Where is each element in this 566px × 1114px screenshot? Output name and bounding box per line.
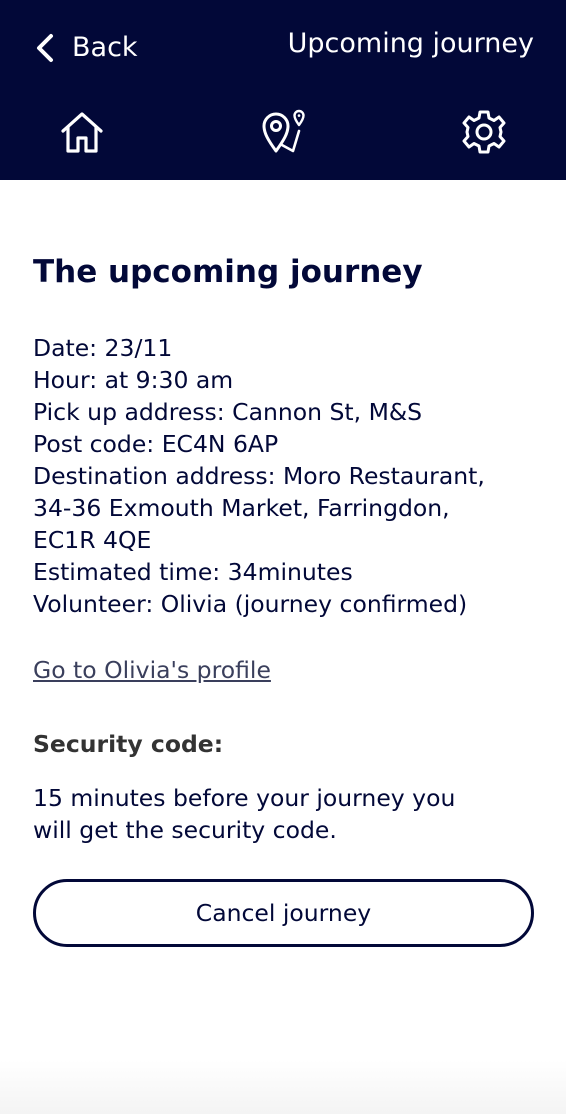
screen-title: Upcoming journey xyxy=(287,28,534,59)
cancel-journey-label: Cancel journey xyxy=(195,899,372,927)
destination-address-line: Destination address: Moro Restaurant, xyxy=(33,462,485,490)
date-line: Date: 23/11 xyxy=(33,334,173,362)
pickup-address-line: Pick up address: Cannon St, M&S xyxy=(33,398,423,426)
journey-details: Date: 23/11 Hour: at 9:30 am Pick up add… xyxy=(33,332,538,620)
security-code-info-line: will get the security code. xyxy=(33,816,337,844)
home-icon xyxy=(61,112,103,153)
bottom-fade xyxy=(0,1060,566,1114)
security-code-info: 15 minutes before your journey you will … xyxy=(33,782,538,846)
map-pin-icon xyxy=(262,109,305,153)
back-button[interactable]: Back xyxy=(34,28,138,68)
page-title: The upcoming journey xyxy=(33,254,423,290)
destination-address-line-3: EC1R 4QE xyxy=(33,526,152,554)
estimated-time-line: Estimated time: 34minutes xyxy=(33,558,353,586)
home-nav-button[interactable] xyxy=(54,104,110,160)
hour-line: Hour: at 9:30 am xyxy=(33,366,234,394)
journeys-nav-button[interactable] xyxy=(255,104,311,160)
gear-icon xyxy=(462,110,506,154)
security-code-heading: Security code: xyxy=(33,730,224,758)
chevron-left-icon xyxy=(37,34,53,62)
destination-address-line-2: 34-36 Exmouth Market, Farringdon, xyxy=(33,494,450,522)
security-code-info-line: 15 minutes before your journey you xyxy=(33,784,456,812)
settings-nav-button[interactable] xyxy=(456,104,512,160)
app-header: Back Upcoming journey xyxy=(0,0,566,180)
volunteer-line: Volunteer: Olivia (journey confirmed) xyxy=(33,590,468,618)
journey-content: The upcoming journey Date: 23/11 Hour: a… xyxy=(33,250,538,846)
cancel-journey-button[interactable]: Cancel journey xyxy=(33,879,534,947)
back-label: Back xyxy=(72,32,138,63)
volunteer-profile-link[interactable]: Go to Olivia's profile xyxy=(33,654,271,686)
post-code-line: Post code: EC4N 6AP xyxy=(33,430,279,458)
